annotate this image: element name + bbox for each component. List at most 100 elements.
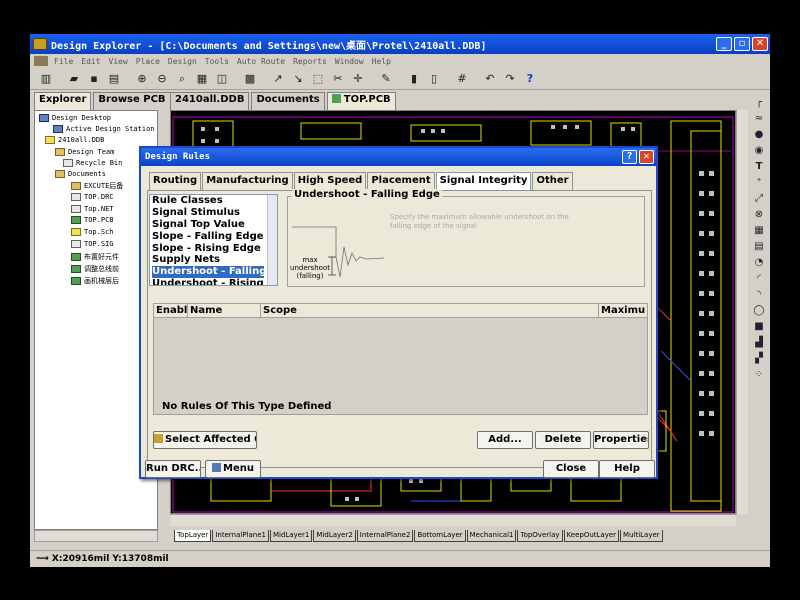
layer-tab-multilayer[interactable]: MultiLayer (620, 530, 663, 542)
undo-icon[interactable]: ↶ (482, 71, 498, 87)
layer-tab-top-overlay[interactable]: TopOverlay (517, 530, 563, 542)
zoom-out-icon[interactable]: ⊖ (154, 71, 170, 87)
arc-edge-tool-icon[interactable]: ◜ (751, 273, 767, 287)
pcb-vertical-scrollbar[interactable] (736, 110, 748, 514)
menu-reports[interactable]: Reports (293, 57, 327, 66)
column-name[interactable]: Name (188, 304, 261, 317)
close-dialog-button[interactable]: Close (543, 460, 599, 478)
dialog-close-button[interactable]: ✕ (639, 150, 654, 164)
explorer-toggle-icon[interactable]: ▥ (38, 71, 54, 87)
tree-item-top-sch[interactable]: Top.Sch (71, 228, 114, 236)
tree-item-recycle-bin[interactable]: Recycle Bin (63, 159, 122, 167)
layer-tab-keepout[interactable]: KeepOutLayer (563, 530, 620, 542)
library-icon[interactable]: ▮ (406, 71, 422, 87)
tab-signal-integrity[interactable]: Signal Integrity (435, 172, 532, 190)
rule-class-item-selected[interactable]: Undershoot - Falling Edge (152, 266, 264, 278)
select-area-icon[interactable]: ⬚ (310, 71, 326, 87)
layer-tab-mechanical-1[interactable]: Mechanical1 (466, 530, 517, 542)
menu-view[interactable]: View (109, 57, 128, 66)
column-enable[interactable]: Enable (154, 304, 188, 317)
deselect-icon[interactable]: ✂ (330, 71, 346, 87)
room-tool-icon[interactable]: ▦ (751, 225, 767, 239)
open-folder-icon[interactable]: ▰ (66, 71, 82, 87)
print-icon[interactable]: ▤ (106, 71, 122, 87)
tab-documents[interactable]: Documents (251, 92, 325, 110)
tree-item-documents[interactable]: Documents (55, 170, 106, 178)
rule-class-item[interactable]: Signal Stimulus (152, 207, 264, 219)
save-icon[interactable]: ▪ (86, 71, 102, 87)
rule-class-item[interactable]: Signal Top Value (152, 219, 264, 231)
tree-item-top-sig[interactable]: TOP.SIG (71, 240, 114, 248)
tab-other[interactable]: Other (532, 172, 573, 190)
menu-window[interactable]: Window (335, 57, 364, 66)
tree-item-active-design-station[interactable]: Active Design Station (53, 125, 155, 133)
redo-icon[interactable]: ↷ (502, 71, 518, 87)
help-icon[interactable]: ? (522, 71, 538, 87)
via-tool-icon[interactable]: ◉ (751, 145, 767, 159)
tree-item-top-drc[interactable]: TOP.DRC (71, 193, 114, 201)
route-icon[interactable]: ↘ (290, 71, 306, 87)
tab-manufacturing[interactable]: Manufacturing (202, 172, 293, 190)
wire-tool-icon[interactable]: ≈ (751, 113, 767, 127)
dimension-tool-icon[interactable]: ⤢ (751, 193, 767, 207)
menu-tools[interactable]: Tools (205, 57, 229, 66)
rule-classes-list[interactable]: Rule Classes Signal Stimulus Signal Top … (149, 194, 278, 286)
tree-item-top-net[interactable]: Top.NET (71, 205, 114, 213)
zoom-in-icon[interactable]: ⊕ (134, 71, 150, 87)
column-maximum[interactable]: Maximum (599, 304, 646, 317)
menu-place[interactable]: Place (136, 57, 160, 66)
rule-class-item[interactable]: Slope - Falling Edge (152, 231, 264, 243)
dialog-help-button[interactable]: ? (622, 150, 637, 164)
delete-button[interactable]: Delete (535, 431, 591, 449)
menu-design[interactable]: Design (168, 57, 197, 66)
array-tool-icon[interactable]: ⁘ (751, 369, 767, 383)
arc-any-tool-icon[interactable]: ◝ (751, 289, 767, 303)
layer-tab-mid-1[interactable]: MidLayer1 (269, 530, 313, 542)
rule-class-item[interactable]: Undershoot - Rising Edge (152, 278, 264, 285)
tree-item-layout-2[interactable]: 调整总线前 (71, 264, 119, 274)
menu-edit[interactable]: Edit (81, 57, 100, 66)
tab-browse-pcb[interactable]: Browse PCB (93, 92, 171, 110)
explorer-horizontal-scrollbar[interactable] (34, 530, 158, 542)
menu-auto-route[interactable]: Auto Route (237, 57, 285, 66)
split-plane-tool-icon[interactable]: ▞ (751, 353, 767, 367)
origin-tool-icon[interactable]: ⊗ (751, 209, 767, 223)
select-affected-button[interactable]: Select Affected Ob (153, 431, 257, 449)
pcb-horizontal-scrollbar[interactable] (170, 514, 736, 526)
menu-help[interactable]: Help (372, 57, 391, 66)
tab-placement[interactable]: Placement (367, 172, 435, 190)
layer-tab-mid-2[interactable]: MidLayer2 (313, 530, 356, 542)
layer-tab-internal-plane-1[interactable]: InternalPlane1 (212, 530, 269, 542)
menu-button[interactable]: Menu (205, 460, 261, 478)
layer-tab-internal-plane-2[interactable]: InternalPlane2 (356, 530, 414, 542)
arc-center-tool-icon[interactable]: ◔ (751, 257, 767, 271)
system-menu-icon[interactable] (34, 56, 48, 66)
layer-tab-bottom[interactable]: BottomLayer (414, 530, 466, 542)
column-scope[interactable]: Scope (261, 304, 599, 317)
minimize-button[interactable]: _ (716, 37, 732, 51)
zoom-last-icon[interactable]: ◫ (214, 71, 230, 87)
tree-item-excute[interactable]: EXCUTE后备 (71, 181, 123, 191)
tree-item-layout-3[interactable]: 画机械层后 (71, 276, 119, 286)
highlight-icon[interactable]: ✎ (378, 71, 394, 87)
move-icon[interactable]: ✛ (350, 71, 366, 87)
fill-tool-icon[interactable]: ■ (751, 321, 767, 335)
rule-class-item[interactable]: Supply Nets (152, 254, 264, 266)
text-tool-icon[interactable]: T (751, 161, 767, 175)
tree-item-top-pcb[interactable]: TOP.PCB (71, 216, 114, 224)
tab-routing[interactable]: Routing (149, 172, 202, 190)
tree-item-design-desktop[interactable]: Design Desktop (39, 114, 111, 122)
add-button[interactable]: Add... (477, 431, 533, 449)
zoom-area-icon[interactable]: ⌕ (174, 71, 190, 87)
line-tool-icon[interactable]: ┌ (751, 97, 767, 111)
tree-item-layout-1[interactable]: 布置好元件 (71, 252, 119, 262)
cross-probe-icon[interactable]: ↗ (270, 71, 286, 87)
layer-tab-top[interactable]: TopLayer (174, 530, 212, 542)
circle-tool-icon[interactable]: ◯ (751, 305, 767, 319)
run-drc-button[interactable]: Run DRC... (145, 460, 201, 478)
tab-explorer[interactable]: Explorer (34, 92, 92, 110)
tree-item-design-team[interactable]: Design Team (55, 148, 114, 156)
tab-database[interactable]: 2410all.DDB (170, 92, 250, 110)
maximize-button[interactable]: ▫ (734, 37, 750, 51)
component-tool-icon[interactable]: ▤ (751, 241, 767, 255)
